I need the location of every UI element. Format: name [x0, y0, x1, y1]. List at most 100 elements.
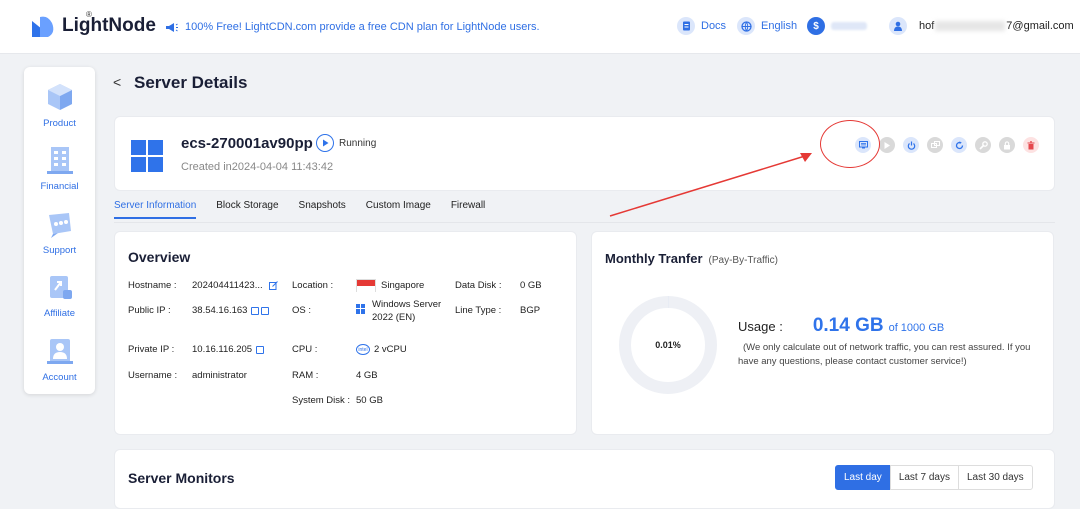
range-last-7-days[interactable]: Last 7 days: [889, 465, 959, 490]
sidebar: Product Financial Support Affiliate Acco…: [24, 67, 95, 394]
traffic-title: Monthly Tranfer (Pay-By-Traffic): [605, 251, 778, 266]
cube-icon: [47, 84, 72, 110]
server-monitors-card: Server Monitors Last day Last 7 days Las…: [114, 449, 1055, 509]
delete-icon[interactable]: [1023, 137, 1039, 153]
sidebar-item-product[interactable]: Product: [24, 80, 95, 129]
hostname-row: Hostname : 202404411423...: [128, 280, 278, 291]
server-status: Running: [316, 134, 376, 152]
usage-total: of 1000 GB: [888, 322, 945, 334]
sidebar-item-support[interactable]: Support: [24, 207, 95, 256]
settings-icon[interactable]: [975, 137, 991, 153]
building-icon: [46, 147, 73, 174]
annotation-arrow: [609, 153, 812, 217]
overview-card: Overview Hostname : 202404411423... Publ…: [114, 231, 577, 435]
location-row: Location : Singapore: [292, 279, 425, 292]
sidebar-item-financial[interactable]: Financial: [24, 143, 95, 192]
affiliate-icon: [49, 276, 72, 299]
lock-icon[interactable]: [999, 137, 1015, 153]
usage-label: Usage :: [738, 319, 783, 334]
range-last-day[interactable]: Last day: [835, 465, 891, 490]
private-ip-value: 10.16.116.205: [192, 344, 253, 355]
public-ip-row: Public IP : 38.54.16.163: [128, 305, 270, 316]
user-icon: [889, 17, 907, 35]
copy-icon[interactable]: [256, 345, 265, 354]
cpu-row: CPU : intel 2 vCPU: [292, 344, 407, 355]
system-disk-value: 50 GB: [356, 395, 383, 406]
os-row: OS : Windows Server 2022 (EN): [292, 298, 442, 323]
docs-label: Docs: [701, 20, 727, 32]
language-icon: [737, 17, 755, 35]
usage-note: (We only calculate out of network traffi…: [738, 342, 1031, 367]
time-range-selector: Last day Last 7 days Last 30 days: [835, 465, 1033, 490]
balance-redacted: [831, 22, 867, 30]
user-menu[interactable]: hof 7@gmail.com: [889, 17, 1074, 35]
tabs-divider: [114, 222, 1055, 223]
copy-icon[interactable]: [251, 306, 260, 315]
sidebar-item-account[interactable]: Account: [24, 334, 95, 383]
server-card: ecs-270001av90pp Running Created in2024-…: [114, 116, 1055, 191]
restart-icon[interactable]: [951, 137, 967, 153]
private-ip-row: Private IP : 10.16.116.205: [128, 344, 265, 355]
windows-icon: [356, 303, 366, 314]
tab-firewall[interactable]: Firewall: [451, 200, 485, 219]
monitors-title: Server Monitors: [128, 470, 235, 486]
line-type-row: Line Type : BGP: [455, 305, 541, 316]
balance-indicator[interactable]: $: [807, 17, 867, 35]
intel-icon: intel: [356, 344, 370, 355]
docs-icon: [677, 17, 695, 35]
support-icon: [48, 213, 71, 238]
top-bar: LightNode ® 100% Free! LightCDN.com prov…: [0, 0, 1080, 54]
ram-row: RAM : 4 GB: [292, 370, 378, 381]
usage-summary: Usage : 0.14 GB of 1000 GB: [738, 315, 944, 337]
hostname-value: 202404411423...: [192, 280, 263, 291]
tab-snapshots[interactable]: Snapshots: [299, 200, 346, 219]
power-icon[interactable]: [903, 137, 919, 153]
announcement[interactable]: 100% Free! LightCDN.com provide a free C…: [165, 21, 540, 33]
singapore-flag-icon: [356, 279, 376, 292]
usage-value: 0.14 GB: [812, 315, 884, 336]
data-disk-row: Data Disk : 0 GB: [455, 280, 542, 291]
logo[interactable]: LightNode ®: [30, 10, 156, 39]
server-status-label: Running: [339, 137, 377, 149]
tab-server-information[interactable]: Server Information: [114, 200, 197, 219]
monthly-transfer-card: Monthly Tranfer (Pay-By-Traffic) 0.01% U…: [591, 231, 1054, 435]
dollar-icon: $: [807, 17, 825, 35]
announcement-text: 100% Free! LightCDN.com provide a free C…: [185, 21, 540, 33]
logo-registered-mark: ®: [86, 10, 92, 19]
edit-icon[interactable]: [268, 281, 278, 290]
data-disk-value: 0 GB: [520, 280, 542, 291]
tab-block-storage[interactable]: Block Storage: [216, 200, 278, 219]
back-chevron-icon[interactable]: <: [113, 74, 121, 90]
qr-icon[interactable]: [261, 306, 270, 315]
location-value: Singapore: [381, 280, 425, 291]
user-email: hof 7@gmail.com: [919, 20, 1074, 32]
username-value: administrator: [192, 370, 247, 381]
range-last-30-days[interactable]: Last 30 days: [957, 465, 1033, 490]
server-name: ecs-270001av90pp: [181, 135, 313, 152]
language-label: English: [761, 20, 798, 32]
server-actions: [855, 137, 1047, 153]
running-icon: [316, 134, 334, 152]
overview-title: Overview: [128, 249, 191, 265]
ram-value: 4 GB: [356, 370, 378, 381]
line-type-value: BGP: [520, 305, 541, 316]
system-disk-row: System Disk : 50 GB: [292, 395, 383, 406]
docs-link[interactable]: Docs: [677, 17, 726, 35]
public-ip-value: 38.54.16.163: [192, 305, 248, 316]
language-selector[interactable]: English: [737, 17, 797, 35]
page-title: Server Details: [134, 73, 248, 92]
megaphone-icon: [166, 22, 178, 32]
annotation-circle: [820, 120, 880, 168]
sidebar-item-affiliate[interactable]: Affiliate: [24, 270, 95, 319]
os-value: Windows Server 2022 (EN): [372, 298, 442, 323]
lightnode-logo-icon: [32, 16, 54, 37]
logo-text: LightNode: [62, 15, 156, 36]
username-row: Username : administrator: [128, 370, 247, 381]
detail-tabs: Server Information Block Storage Snapsho…: [114, 200, 505, 219]
usage-percent: 0.01%: [655, 340, 681, 350]
tab-custom-image[interactable]: Custom Image: [366, 200, 431, 219]
cpu-value: 2 vCPU: [374, 344, 407, 355]
account-icon: [46, 339, 73, 364]
reinstall-icon[interactable]: [927, 137, 943, 153]
start-icon[interactable]: [879, 137, 895, 153]
